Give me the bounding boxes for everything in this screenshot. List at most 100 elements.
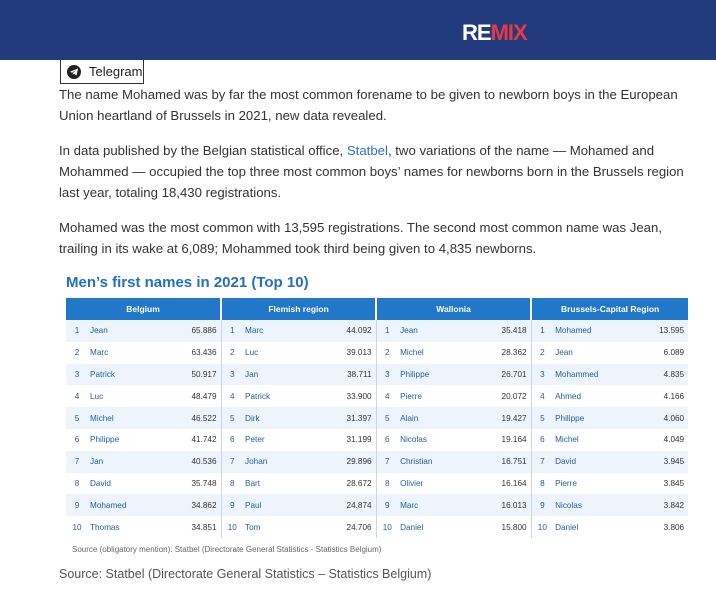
table-row: 4 Luc 48.479 4 Patrick 33.900 4 Pierre 20.072 4 Ah… bbox=[66, 385, 689, 408]
name-cell: Jean bbox=[88, 320, 174, 342]
count-cell: 63.436 bbox=[174, 341, 222, 364]
telegram-icon bbox=[67, 64, 81, 79]
rank-cell: 6 bbox=[221, 428, 244, 451]
name-cell: Christian bbox=[398, 450, 485, 473]
name-cell: Bart bbox=[243, 472, 330, 495]
logo-text-re: RE bbox=[462, 20, 492, 45]
rank-cell: 6 bbox=[531, 428, 554, 451]
count-cell: 50.917 bbox=[174, 363, 222, 386]
name-cell: Luc bbox=[243, 341, 330, 364]
site-header: REMIX bbox=[0, 0, 716, 60]
region-header-wallonia: Wallonia bbox=[376, 298, 533, 320]
name-cell: Dirk bbox=[243, 407, 330, 429]
name-cell: Jan bbox=[88, 450, 174, 473]
rank-cell: 7 bbox=[221, 450, 244, 473]
name-cell: Marc bbox=[398, 494, 485, 517]
rank-cell: 2 bbox=[221, 341, 244, 364]
rank-cell: 8 bbox=[531, 472, 554, 495]
rank-cell: 3 bbox=[221, 363, 244, 386]
name-cell: Johan bbox=[243, 450, 330, 473]
rank-cell: 5 bbox=[531, 407, 554, 429]
telegram-share-button[interactable]: Telegram bbox=[60, 60, 144, 84]
rank-cell: 6 bbox=[66, 428, 88, 451]
name-cell: Alain bbox=[398, 407, 485, 429]
table-row: 7 Jan 40.536 7 Johan 29.896 7 Christian 16.751 7 D… bbox=[66, 450, 689, 473]
count-cell: 4.049 bbox=[639, 428, 689, 451]
count-cell: 48.479 bbox=[174, 385, 222, 408]
names-table: Belgium Flemish region Wallonia Brussels… bbox=[66, 298, 689, 538]
name-cell: Michel bbox=[398, 341, 485, 364]
count-cell: 16.164 bbox=[484, 472, 532, 495]
count-cell: 4.060 bbox=[639, 407, 689, 429]
rank-cell: 1 bbox=[531, 320, 554, 342]
count-cell: 28.672 bbox=[329, 472, 377, 495]
table-row: 2 Marc 63.436 2 Luc 39.013 2 Michel 28.362 2 Jean 6… bbox=[66, 341, 689, 364]
rank-cell: 4 bbox=[221, 385, 244, 408]
statbel-link[interactable]: Statbel bbox=[347, 143, 388, 158]
count-cell: 3.845 bbox=[639, 472, 689, 495]
count-cell: 34.862 bbox=[174, 494, 222, 517]
name-cell: Luc bbox=[88, 385, 174, 408]
name-cell: Marc bbox=[88, 341, 174, 364]
rank-cell: 8 bbox=[66, 472, 88, 495]
table-row: 5 Michel 46.522 5 Dirk 31.397 5 Alain 19.427 5 Phi… bbox=[66, 407, 689, 429]
table-row: 3 Patrick 50.917 3 Jan 38.711 3 Philippe 26.701 3… bbox=[66, 363, 689, 386]
count-cell: 15.800 bbox=[484, 516, 532, 538]
table-row: 10 Thomas 34.851 10 Tom 24.706 10 Daniel 15.800 1… bbox=[66, 516, 689, 538]
name-cell: Jean bbox=[553, 341, 640, 364]
name-cell: Michel bbox=[553, 428, 640, 451]
names-infographic: Men’s first names in 2021 (Top 10) Belgi… bbox=[60, 268, 694, 564]
region-header-flemish: Flemish region bbox=[221, 298, 378, 320]
name-cell: Peter bbox=[243, 428, 330, 451]
article-paragraph-3: Mohamed was the most common with 13,595 … bbox=[59, 220, 662, 256]
rank-cell: 10 bbox=[376, 516, 399, 538]
paragraph-2-text-start: In data published by the Belgian statist… bbox=[59, 143, 347, 158]
count-cell: 4.835 bbox=[639, 363, 689, 386]
name-cell: Jan bbox=[243, 363, 330, 386]
rank-cell: 10 bbox=[531, 516, 554, 538]
rank-cell: 9 bbox=[66, 494, 88, 517]
count-cell: 29.896 bbox=[329, 450, 377, 473]
name-cell: Olivier bbox=[398, 472, 485, 495]
name-cell: Daniel bbox=[398, 516, 485, 538]
count-cell: 65.886 bbox=[174, 320, 222, 342]
count-cell: 31.199 bbox=[329, 428, 377, 451]
table-row: 9 Mohamed 34.862 9 Paul 24.874 9 Marc 16.013 9 Nic… bbox=[66, 494, 689, 517]
count-cell: 16.013 bbox=[484, 494, 532, 517]
count-cell: 19.164 bbox=[484, 428, 532, 451]
telegram-share-label: Telegram bbox=[89, 64, 143, 79]
rank-cell: 5 bbox=[66, 407, 88, 429]
name-cell: Pierre bbox=[553, 472, 640, 495]
name-cell: David bbox=[88, 472, 174, 495]
count-cell: 39.013 bbox=[329, 341, 377, 364]
rank-cell: 8 bbox=[221, 472, 244, 495]
name-cell: Philippe bbox=[553, 407, 640, 429]
name-cell: Patrick bbox=[88, 363, 174, 386]
rank-cell: 1 bbox=[221, 320, 244, 342]
count-cell: 24.706 bbox=[329, 516, 377, 538]
count-cell: 35.748 bbox=[174, 472, 222, 495]
article-paragraph-2: In data published by the Belgian statist… bbox=[59, 140, 699, 203]
rank-cell: 7 bbox=[66, 450, 88, 473]
name-cell: Mohamed bbox=[553, 320, 640, 342]
rank-cell: 7 bbox=[531, 450, 554, 473]
name-cell: Michel bbox=[88, 407, 174, 429]
count-cell: 3.842 bbox=[639, 494, 689, 517]
rank-cell: 9 bbox=[376, 494, 399, 517]
rank-cell: 10 bbox=[221, 516, 244, 538]
rank-cell: 3 bbox=[376, 363, 399, 386]
count-cell: 24.874 bbox=[329, 494, 377, 517]
count-cell: 35.418 bbox=[484, 320, 532, 342]
count-cell: 26.701 bbox=[484, 363, 532, 386]
name-cell: Paul bbox=[243, 494, 330, 517]
region-header-brussels: Brussels-Capital Region bbox=[531, 298, 689, 320]
name-cell: Nicolas bbox=[398, 428, 485, 451]
count-cell: 33.900 bbox=[329, 385, 377, 408]
rank-cell: 9 bbox=[531, 494, 554, 517]
site-logo[interactable]: REMIX bbox=[462, 20, 528, 46]
rank-cell: 9 bbox=[221, 494, 244, 517]
count-cell: 3.945 bbox=[639, 450, 689, 473]
rank-cell: 2 bbox=[66, 341, 88, 364]
name-cell: Pierre bbox=[398, 385, 485, 408]
table-body: 1 Jean 65.886 1 Marc 44.092 1 Jean 35.418 1 Mohame… bbox=[66, 320, 689, 538]
